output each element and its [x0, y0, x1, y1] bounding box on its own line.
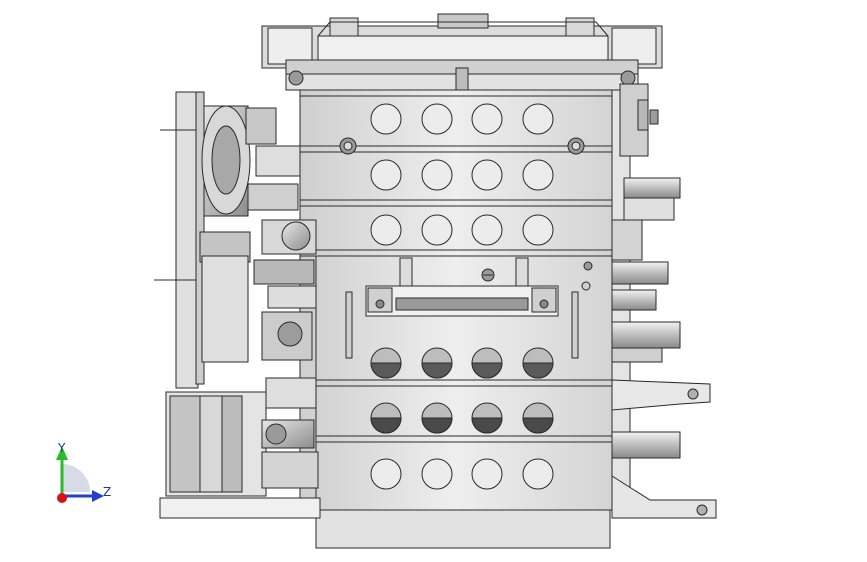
left-gear-mid	[199, 219, 317, 363]
y-axis-label: Y	[58, 441, 66, 455]
axis-triad	[56, 446, 104, 503]
cad-viewport[interactable]: Y Z	[0, 0, 867, 562]
left-motor-upper	[201, 105, 301, 217]
z-axis-label: Z	[103, 485, 112, 499]
triad-backdrop-shape	[62, 464, 90, 492]
printer-assembly-model[interactable]	[0, 0, 867, 562]
top-carriage	[261, 13, 663, 91]
left-side-plate	[154, 91, 205, 389]
x-axis-dot	[57, 493, 67, 503]
